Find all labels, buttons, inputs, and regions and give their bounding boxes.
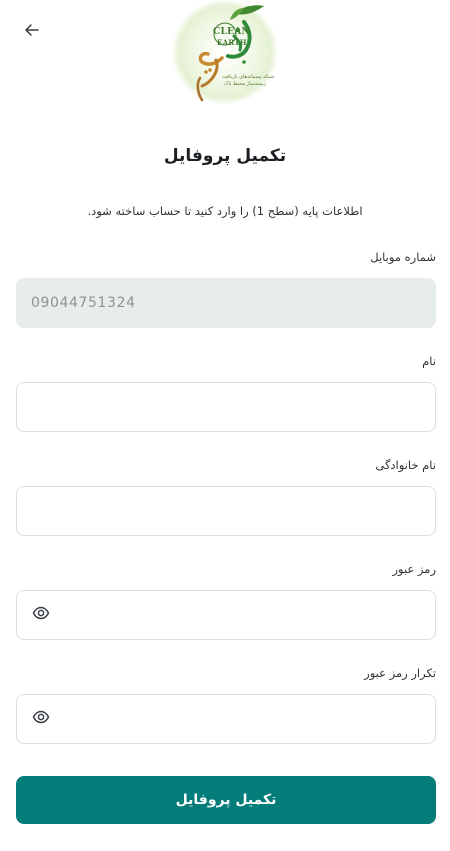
password-visibility-toggle[interactable] [31,605,51,625]
first-name-field[interactable] [16,382,436,432]
password-confirm-label: تکرار رمز عبور [364,666,436,680]
mobile-input [17,279,435,327]
password-confirm-field[interactable] [16,694,436,744]
logo-calligraphy-icon [196,5,264,102]
last-name-field[interactable] [16,486,436,536]
logo-tagline2: زمینه‌ساز محیط پاک [224,81,266,87]
password-field[interactable] [16,590,436,640]
last-name-input[interactable] [17,487,435,535]
back-button[interactable] [18,18,46,46]
first-name-label: نام [422,354,436,368]
page-title: تکمیل پروفایل [163,146,287,166]
mobile-label: شماره موبایل [370,250,436,264]
password-confirm-input[interactable] [17,695,435,743]
eye-icon [32,708,50,730]
first-name-input[interactable] [17,383,435,431]
mobile-field [16,278,436,328]
password-confirm-visibility-toggle[interactable] [31,709,51,729]
last-name-label: نام خانوادگی [375,458,436,472]
arrow-left-icon [24,22,40,42]
logo-brand-line1: CLEAN [213,27,251,37]
complete-profile-page: CLEAN EARTH شبکه پسماندهای بازیافت زمینه… [0,0,450,851]
logo-tagline: شبکه پسماندهای بازیافت [222,74,275,80]
password-label: رمز عبور [392,562,436,576]
password-input[interactable] [17,591,435,639]
logo-brand-line2: EARTH [217,38,247,47]
clean-earth-logo: CLEAN EARTH شبکه پسماندهای بازیافت زمینه… [172,0,278,104]
page-subtitle: اطلاعات پایه (سطح 1) را وارد کنید تا حسا… [87,204,363,218]
eye-icon [32,604,50,626]
complete-profile-button[interactable]: تکمیل پروفایل [16,776,436,824]
